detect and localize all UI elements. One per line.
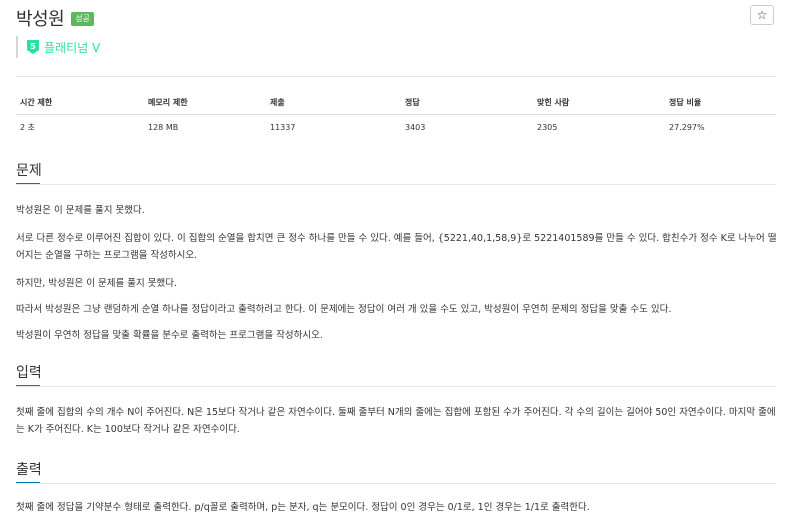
problem-paragraph-3: 하지만, 박성원은 이 문제를 풀지 못했다. xyxy=(16,278,177,289)
header-submissions: 제출 xyxy=(266,90,401,115)
star-icon: ☆ xyxy=(756,8,768,22)
tier-icon: 5 xyxy=(27,40,39,54)
header-solved-users: 맞힌 사람 xyxy=(533,90,665,115)
section-divider-output xyxy=(16,483,776,484)
problem-paragraph-4: 따라서 박성원은 그냥 랜덤하게 순열 하나를 정답이라고 출력하려고 한다. … xyxy=(16,304,672,315)
problem-paragraph-2: 서로 다른 정수로 이루어진 집합이 있다. 이 집합의 순열을 합치면 큰 정… xyxy=(16,233,777,261)
tier-info: 5 플래티넘 V xyxy=(16,36,100,58)
tier-icon-number: 5 xyxy=(30,42,36,51)
header-accept-ratio: 정답 비율 xyxy=(665,90,776,115)
output-description: 첫째 줄에 정답을 기약분수 형태로 출력한다. p/q꼴로 출력하며, p는 … xyxy=(16,502,590,513)
problem-paragraph-5: 박성원이 우연히 정답을 맞출 확률을 분수로 출력하는 프로그램을 작성하시오… xyxy=(16,330,323,341)
value-accept-ratio: 27.297% xyxy=(669,122,705,132)
table-row: 2 초 128 MB 11337 3403 2305 27.297% xyxy=(16,115,776,140)
problem-info-table: 시간 제한 메모리 제한 제출 정답 맞힌 사람 정답 비율 2 초 128 M… xyxy=(16,90,776,139)
title-row: 박성원 성공 xyxy=(16,6,94,30)
problem-paragraph-1: 박성원은 이 문제를 풀지 못했다. xyxy=(16,205,145,216)
header-memory-limit: 메모리 제한 xyxy=(144,90,266,115)
problem-title: 박성원 xyxy=(16,9,65,30)
section-divider-problem xyxy=(16,184,776,185)
value-memory-limit: 128 MB xyxy=(148,122,179,132)
value-solved-users: 2305 xyxy=(537,122,558,132)
value-submissions: 11337 xyxy=(270,122,296,132)
status-badge: 성공 xyxy=(71,12,94,26)
section-title-problem: 문제 xyxy=(16,163,42,179)
section-title-input: 입력 xyxy=(16,365,42,381)
header-divider xyxy=(16,76,776,77)
header-time-limit: 시간 제한 xyxy=(16,90,144,115)
section-title-output: 출력 xyxy=(16,462,42,478)
star-button[interactable]: ☆ xyxy=(750,5,774,25)
input-description: 첫째 줄에 집합의 수의 개수 N이 주어진다. N은 15보다 작거나 같은 … xyxy=(16,407,776,435)
tier-label: 플래티넘 V xyxy=(44,40,101,55)
table-header-row: 시간 제한 메모리 제한 제출 정답 맞힌 사람 정답 비율 xyxy=(16,90,776,115)
header-accepted: 정답 xyxy=(401,90,533,115)
value-accepted: 3403 xyxy=(405,122,426,132)
value-time-limit: 2 초 xyxy=(20,122,35,132)
section-divider-input xyxy=(16,386,776,387)
